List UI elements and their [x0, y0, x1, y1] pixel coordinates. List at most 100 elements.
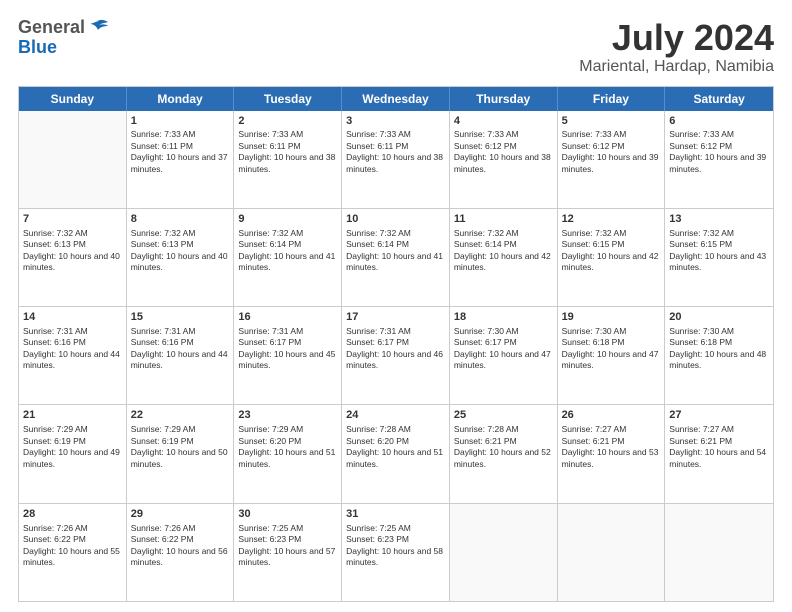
day-number: 23	[238, 408, 337, 423]
cal-cell: 20Sunrise: 7:30 AMSunset: 6:18 PMDayligh…	[665, 307, 773, 404]
logo: General Blue	[18, 18, 109, 58]
cal-cell: 9Sunrise: 7:32 AMSunset: 6:14 PMDaylight…	[234, 209, 342, 306]
cal-cell: 31Sunrise: 7:25 AMSunset: 6:23 PMDayligh…	[342, 504, 450, 601]
cell-info: Sunrise: 7:28 AMSunset: 6:20 PMDaylight:…	[346, 424, 445, 470]
cell-info: Sunrise: 7:33 AMSunset: 6:11 PMDaylight:…	[238, 129, 337, 175]
day-number: 7	[23, 212, 122, 227]
day-number: 29	[131, 507, 230, 522]
cell-info: Sunrise: 7:29 AMSunset: 6:20 PMDaylight:…	[238, 424, 337, 470]
day-number: 24	[346, 408, 445, 423]
cal-week-1: 1 Sunrise: 7:33 AMSunset: 6:11 PMDaylight…	[19, 111, 773, 209]
cal-cell: 1Sunrise: 7:33 AMSunset: 6:11 PMDaylight…	[127, 111, 235, 208]
day-number: 6	[669, 114, 769, 129]
subtitle: Mariental, Hardap, Namibia	[579, 58, 774, 76]
logo-bird-icon	[87, 19, 109, 37]
day-number: 3	[346, 114, 445, 129]
cell-info: Sunrise: 7:33 AMSunset: 6:12 PMDaylight:…	[454, 129, 553, 175]
cell-info: Sunrise: 7:32 AMSunset: 6:14 PMDaylight:…	[346, 228, 445, 274]
day-number: 17	[346, 310, 445, 325]
day-number: 1	[131, 114, 230, 129]
day-number: 30	[238, 507, 337, 522]
cal-cell: 29Sunrise: 7:26 AMSunset: 6:22 PMDayligh…	[127, 504, 235, 601]
cell-info: Sunrise: 7:30 AMSunset: 6:17 PMDaylight:…	[454, 326, 553, 372]
cal-cell: 27Sunrise: 7:27 AMSunset: 6:21 PMDayligh…	[665, 405, 773, 502]
cal-cell: 11Sunrise: 7:32 AMSunset: 6:14 PMDayligh…	[450, 209, 558, 306]
cell-info: Sunrise: 7:30 AMSunset: 6:18 PMDaylight:…	[669, 326, 769, 372]
day-number: 25	[454, 408, 553, 423]
cal-cell: 13Sunrise: 7:32 AMSunset: 6:15 PMDayligh…	[665, 209, 773, 306]
cal-cell	[558, 504, 666, 601]
cal-week-4: 21 Sunrise: 7:29 AMSunset: 6:19 PMDayligh…	[19, 405, 773, 503]
cal-cell: 8Sunrise: 7:32 AMSunset: 6:13 PMDaylight…	[127, 209, 235, 306]
cal-cell: 7Sunrise: 7:32 AMSunset: 6:13 PMDaylight…	[19, 209, 127, 306]
cal-cell	[450, 504, 558, 601]
cal-cell: 26Sunrise: 7:27 AMSunset: 6:21 PMDayligh…	[558, 405, 666, 502]
cal-cell: 23Sunrise: 7:29 AMSunset: 6:20 PMDayligh…	[234, 405, 342, 502]
cal-cell	[19, 111, 127, 208]
day-number: 15	[131, 310, 230, 325]
cal-week-5: 28 Sunrise: 7:26 AMSunset: 6:22 PMDayligh…	[19, 504, 773, 601]
day-number: 14	[23, 310, 122, 325]
calendar: SundayMondayTuesdayWednesdayThursdayFrid…	[18, 86, 774, 602]
calendar-body: 1 Sunrise: 7:33 AMSunset: 6:11 PMDaylight…	[19, 111, 773, 601]
cal-cell: 10Sunrise: 7:32 AMSunset: 6:14 PMDayligh…	[342, 209, 450, 306]
cal-cell: 2Sunrise: 7:33 AMSunset: 6:11 PMDaylight…	[234, 111, 342, 208]
day-number: 20	[669, 310, 769, 325]
day-number: 26	[562, 408, 661, 423]
cal-cell: 19Sunrise: 7:30 AMSunset: 6:18 PMDayligh…	[558, 307, 666, 404]
cal-cell: 22Sunrise: 7:29 AMSunset: 6:19 PMDayligh…	[127, 405, 235, 502]
cell-info: Sunrise: 7:32 AMSunset: 6:15 PMDaylight:…	[669, 228, 769, 274]
day-number: 4	[454, 114, 553, 129]
day-number: 13	[669, 212, 769, 227]
day-number: 16	[238, 310, 337, 325]
cal-header-cell-saturday: Saturday	[665, 87, 773, 111]
cal-cell: 17Sunrise: 7:31 AMSunset: 6:17 PMDayligh…	[342, 307, 450, 404]
cal-cell: 4Sunrise: 7:33 AMSunset: 6:12 PMDaylight…	[450, 111, 558, 208]
cell-info: Sunrise: 7:33 AMSunset: 6:11 PMDaylight:…	[346, 129, 445, 175]
cal-cell: 16Sunrise: 7:31 AMSunset: 6:17 PMDayligh…	[234, 307, 342, 404]
cell-info: Sunrise: 7:31 AMSunset: 6:17 PMDaylight:…	[346, 326, 445, 372]
cell-info: Sunrise: 7:31 AMSunset: 6:16 PMDaylight:…	[23, 326, 122, 372]
day-number: 19	[562, 310, 661, 325]
day-number: 8	[131, 212, 230, 227]
day-number: 12	[562, 212, 661, 227]
cal-cell: 14Sunrise: 7:31 AMSunset: 6:16 PMDayligh…	[19, 307, 127, 404]
cal-cell	[665, 504, 773, 601]
cal-cell: 5Sunrise: 7:33 AMSunset: 6:12 PMDaylight…	[558, 111, 666, 208]
cal-week-3: 14Sunrise: 7:31 AMSunset: 6:16 PMDayligh…	[19, 307, 773, 405]
cell-info: Sunrise: 7:29 AMSunset: 6:19 PMDaylight:…	[131, 424, 230, 470]
cell-info: Sunrise: 7:27 AMSunset: 6:21 PMDaylight:…	[562, 424, 661, 470]
cell-info: Sunrise: 7:32 AMSunset: 6:14 PMDaylight:…	[238, 228, 337, 274]
cell-info: Sunrise: 7:27 AMSunset: 6:21 PMDaylight:…	[669, 424, 769, 470]
logo-general-text: General	[18, 18, 85, 38]
cal-week-2: 7Sunrise: 7:32 AMSunset: 6:13 PMDaylight…	[19, 209, 773, 307]
day-number: 28	[23, 507, 122, 522]
cell-info: Sunrise: 7:30 AMSunset: 6:18 PMDaylight:…	[562, 326, 661, 372]
cell-info: Sunrise: 7:26 AMSunset: 6:22 PMDaylight:…	[131, 523, 230, 569]
cal-cell: 25Sunrise: 7:28 AMSunset: 6:21 PMDayligh…	[450, 405, 558, 502]
cal-cell: 3Sunrise: 7:33 AMSunset: 6:11 PMDaylight…	[342, 111, 450, 208]
cell-info: Sunrise: 7:31 AMSunset: 6:17 PMDaylight:…	[238, 326, 337, 372]
cal-cell: 15Sunrise: 7:31 AMSunset: 6:16 PMDayligh…	[127, 307, 235, 404]
cal-cell: 30Sunrise: 7:25 AMSunset: 6:23 PMDayligh…	[234, 504, 342, 601]
cal-cell: 6Sunrise: 7:33 AMSunset: 6:12 PMDaylight…	[665, 111, 773, 208]
day-number: 31	[346, 507, 445, 522]
cal-header-cell-thursday: Thursday	[450, 87, 558, 111]
logo-blue-text: Blue	[18, 38, 57, 58]
cell-info: Sunrise: 7:25 AMSunset: 6:23 PMDaylight:…	[238, 523, 337, 569]
day-number: 10	[346, 212, 445, 227]
day-number: 11	[454, 212, 553, 227]
cal-cell: 28Sunrise: 7:26 AMSunset: 6:22 PMDayligh…	[19, 504, 127, 601]
cell-info: Sunrise: 7:32 AMSunset: 6:15 PMDaylight:…	[562, 228, 661, 274]
day-number: 27	[669, 408, 769, 423]
calendar-header-row: SundayMondayTuesdayWednesdayThursdayFrid…	[19, 87, 773, 111]
day-number: 5	[562, 114, 661, 129]
cell-info: Sunrise: 7:31 AMSunset: 6:16 PMDaylight:…	[131, 326, 230, 372]
cal-header-cell-tuesday: Tuesday	[234, 87, 342, 111]
day-number: 21	[23, 408, 122, 423]
day-number: 9	[238, 212, 337, 227]
cell-info: Sunrise: 7:32 AMSunset: 6:14 PMDaylight:…	[454, 228, 553, 274]
cal-header-cell-friday: Friday	[558, 87, 666, 111]
title-block: July 2024 Mariental, Hardap, Namibia	[579, 18, 774, 76]
cal-header-cell-monday: Monday	[127, 87, 235, 111]
